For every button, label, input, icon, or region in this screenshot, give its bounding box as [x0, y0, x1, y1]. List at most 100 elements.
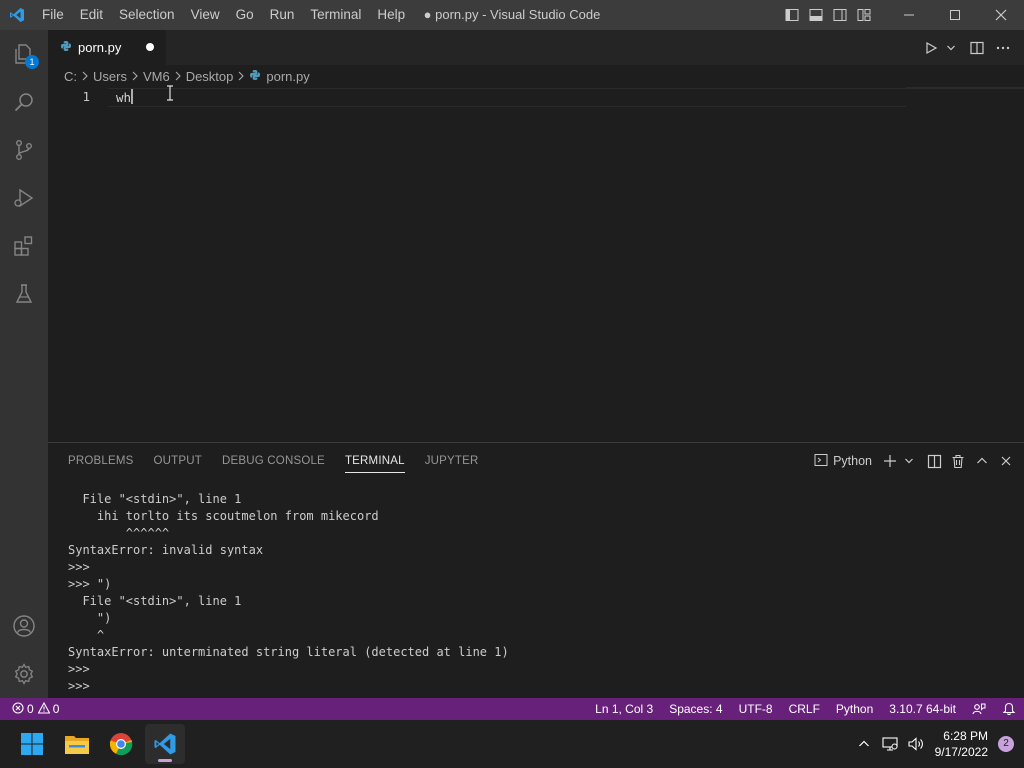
- code-editor[interactable]: 1 wh: [48, 85, 1024, 442]
- breadcrumb-item[interactable]: Desktop: [186, 69, 234, 84]
- minimize-icon[interactable]: [886, 0, 932, 30]
- terminal-line: ^: [68, 628, 105, 642]
- menu-terminal[interactable]: Terminal: [302, 0, 369, 30]
- language-mode[interactable]: Python: [828, 698, 881, 720]
- extensions-icon[interactable]: [0, 222, 48, 270]
- chevron-right-icon: [237, 69, 245, 84]
- manage-icon[interactable]: [0, 650, 48, 698]
- run-debug-icon[interactable]: [0, 174, 48, 222]
- terminal-line: SyntaxError: unterminated string literal…: [68, 645, 509, 659]
- terminal-line: SyntaxError: invalid syntax: [68, 543, 264, 557]
- problems-status[interactable]: 0 0: [0, 701, 59, 717]
- explorer-badge: 1: [25, 55, 39, 69]
- ibeam-cursor-icon: [166, 85, 174, 104]
- show-hidden-icons-chevron-up-icon[interactable]: [851, 720, 877, 768]
- breadcrumb-item[interactable]: Users: [93, 69, 127, 84]
- terminal-line: >>>: [68, 662, 90, 676]
- toggle-panel-icon[interactable]: [804, 0, 828, 30]
- tab-output[interactable]: OUTPUT: [154, 443, 202, 479]
- file-encoding[interactable]: UTF-8: [731, 698, 781, 720]
- tab-debug-console[interactable]: DEBUG CONSOLE: [222, 443, 325, 479]
- terminal-line: ^^^^^^: [68, 526, 170, 540]
- tab-terminal[interactable]: TERMINAL: [344, 443, 405, 479]
- menu-go[interactable]: Go: [228, 0, 262, 30]
- close-icon[interactable]: [978, 0, 1024, 30]
- split-terminal-icon[interactable]: [922, 443, 946, 479]
- clock-date: 9/17/2022: [934, 745, 988, 759]
- indentation[interactable]: Spaces: 4: [661, 698, 730, 720]
- title-bar: File Edit Selection View Go Run Terminal…: [0, 0, 1024, 30]
- chevron-right-icon: [131, 69, 139, 84]
- more-actions-icon[interactable]: [990, 30, 1016, 65]
- terminal-output[interactable]: File "<stdin>", line 1 ihi torlto its sc…: [68, 491, 509, 695]
- tab-jupyter[interactable]: JUPYTER: [425, 443, 479, 479]
- run-python-file-icon[interactable]: [918, 30, 944, 65]
- menu-bar: File Edit Selection View Go Run Terminal…: [34, 0, 413, 30]
- testing-icon[interactable]: [0, 270, 48, 318]
- search-icon[interactable]: [0, 78, 48, 126]
- feedback-icon[interactable]: [964, 698, 994, 720]
- code-text: wh: [116, 90, 132, 105]
- vscode-icon[interactable]: [145, 724, 185, 764]
- close-panel-icon[interactable]: [994, 443, 1018, 479]
- toggle-secondary-sidebar-icon[interactable]: [828, 0, 852, 30]
- panel-tabs: PROBLEMS OUTPUT DEBUG CONSOLE TERMINAL J…: [58, 443, 488, 479]
- terminal-profile-selector[interactable]: Python: [810, 453, 878, 470]
- menu-selection[interactable]: Selection: [111, 0, 183, 30]
- notification-center-badge[interactable]: 2: [998, 736, 1014, 752]
- error-icon: [12, 701, 24, 717]
- activity-bar: 1: [0, 30, 48, 698]
- terminal-line: >>>: [68, 560, 90, 574]
- status-bar: 0 0 Ln 1, Col 3 Spaces: 4 UTF-8 CRLF Pyt…: [0, 698, 1024, 720]
- notifications-bell-icon[interactable]: [994, 698, 1024, 720]
- chrome-icon[interactable]: [101, 724, 141, 764]
- trash-icon[interactable]: [946, 443, 970, 479]
- menu-view[interactable]: View: [183, 0, 228, 30]
- chevron-right-icon: [174, 69, 182, 84]
- terminal-line: File "<stdin>", line 1: [68, 594, 242, 608]
- terminal-profile-name: Python: [833, 454, 872, 468]
- terminal-line: File "<stdin>", line 1: [68, 492, 242, 506]
- menu-file[interactable]: File: [34, 0, 72, 30]
- code-line[interactable]: wh: [116, 89, 134, 105]
- unsaved-dot-icon[interactable]: [146, 43, 154, 51]
- clock[interactable]: 6:28 PM 9/17/2022: [935, 728, 988, 760]
- split-editor-icon[interactable]: [964, 30, 990, 65]
- source-control-icon[interactable]: [0, 126, 48, 174]
- accounts-icon[interactable]: [0, 602, 48, 650]
- menu-help[interactable]: Help: [369, 0, 413, 30]
- file-explorer-icon[interactable]: [57, 724, 97, 764]
- end-of-line[interactable]: CRLF: [781, 698, 828, 720]
- python-interpreter[interactable]: 3.10.7 64-bit: [881, 698, 964, 720]
- windows-taskbar: 6:28 PM 9/17/2022 2: [0, 720, 1024, 768]
- current-line-highlight: [108, 88, 906, 107]
- breadcrumb-item[interactable]: VM6: [143, 69, 170, 84]
- toggle-primary-sidebar-icon[interactable]: [780, 0, 804, 30]
- terminal-dropdown-chevron-icon[interactable]: [902, 443, 916, 479]
- terminal-line: ihi torlto its scoutmelon from mikecord: [68, 509, 379, 523]
- error-count: 0: [27, 702, 34, 716]
- network-icon[interactable]: [877, 720, 903, 768]
- clock-time: 6:28 PM: [943, 729, 988, 743]
- explorer-icon[interactable]: 1: [0, 30, 48, 78]
- menu-edit[interactable]: Edit: [72, 0, 111, 30]
- terminal-line: >>>: [68, 679, 90, 693]
- cursor-position[interactable]: Ln 1, Col 3: [587, 698, 661, 720]
- maximize-panel-chevron-up-icon[interactable]: [970, 443, 994, 479]
- maximize-icon[interactable]: [932, 0, 978, 30]
- breadcrumb-item[interactable]: C:: [64, 69, 77, 84]
- minimap[interactable]: [906, 87, 1024, 89]
- tab-porn-py[interactable]: porn.py: [48, 30, 166, 65]
- run-dropdown-chevron-icon[interactable]: [944, 30, 958, 65]
- terminal-line: "): [68, 611, 112, 625]
- tab-problems[interactable]: PROBLEMS: [68, 443, 134, 479]
- active-app-indicator: [158, 759, 172, 762]
- start-icon[interactable]: [12, 724, 52, 764]
- breadcrumb-item[interactable]: porn.py: [266, 69, 309, 84]
- volume-icon[interactable]: [903, 720, 929, 768]
- customize-layout-icon[interactable]: [852, 0, 876, 30]
- new-terminal-icon[interactable]: [878, 443, 902, 479]
- line-number: 1: [82, 89, 90, 104]
- tab-label: porn.py: [78, 40, 122, 55]
- menu-run[interactable]: Run: [262, 0, 303, 30]
